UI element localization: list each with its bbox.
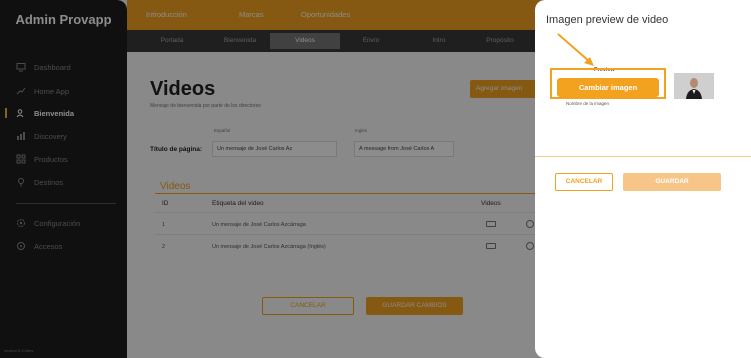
modal-divider [535,156,751,157]
arrow-annotation [557,33,594,66]
image-name-label: Nombre de la imagen [566,101,610,106]
modal-save-button[interactable]: GUARDAR [623,173,721,191]
preview-thumbnail [674,73,714,99]
modal-title: Imagen preview de video [546,14,669,26]
change-image-button[interactable]: Cambiar imagen [557,78,659,97]
modal-cancel-button[interactable]: CANCELAR [555,173,613,191]
